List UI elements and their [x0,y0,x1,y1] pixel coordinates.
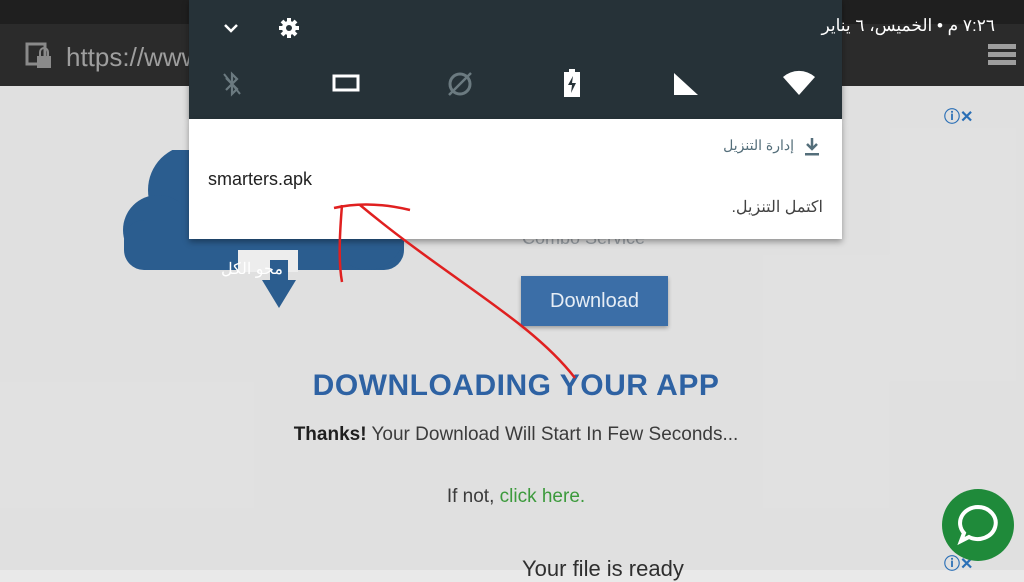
notification-status: اكتمل التنزيل. [731,199,823,216]
data-saver-icon[interactable] [446,70,474,98]
clear-all-label[interactable]: محو الكل [221,259,283,279]
chat-bubble-icon [957,504,998,546]
date-time: ٧:٢٦ م • الخميس، ٦ يناير [821,16,995,35]
wifi-icon[interactable] [782,70,816,96]
download-icon [805,138,819,156]
site-info-icon[interactable] [25,42,55,72]
battery-saver-icon[interactable] [563,68,581,98]
page-heading: DOWNLOADING YOUR APP [312,369,720,402]
notification-title: smarters.apk [208,169,313,189]
download-button[interactable]: Download [521,276,668,326]
download-notification[interactable]: إدارة التنزيل smarters.apk اكتمل التنزيل… [189,119,842,239]
tabs-menu-icon[interactable] [988,44,1016,66]
thanks-text: Thanks! Your Download Will Start In Few … [0,424,1024,446]
notification-app-name: إدارة التنزيل [723,137,794,153]
thanks-message: Your Download Will Start In Few Seconds.… [366,424,739,445]
bluetooth-icon[interactable] [222,71,242,97]
fallback-prefix: If not, [446,486,500,507]
fallback-text: If not, click here. [0,486,1024,508]
thanks-bold: Thanks! [293,424,367,445]
gear-icon[interactable] [278,17,300,39]
ad-choices-icon[interactable]: ⓘ✕ [944,103,973,127]
url-text[interactable]: https://www [66,42,200,73]
notification-shade: ٧:٢٦ م • الخميس، ٦ يناير [189,0,995,119]
chat-button[interactable] [942,489,1014,561]
file-ready-text: Your file is ready [522,556,684,581]
signal-icon[interactable] [673,72,699,96]
screen-cast-icon[interactable] [332,73,360,93]
click-here-link[interactable]: click here. [500,486,586,507]
chevron-down-icon[interactable] [221,18,241,38]
